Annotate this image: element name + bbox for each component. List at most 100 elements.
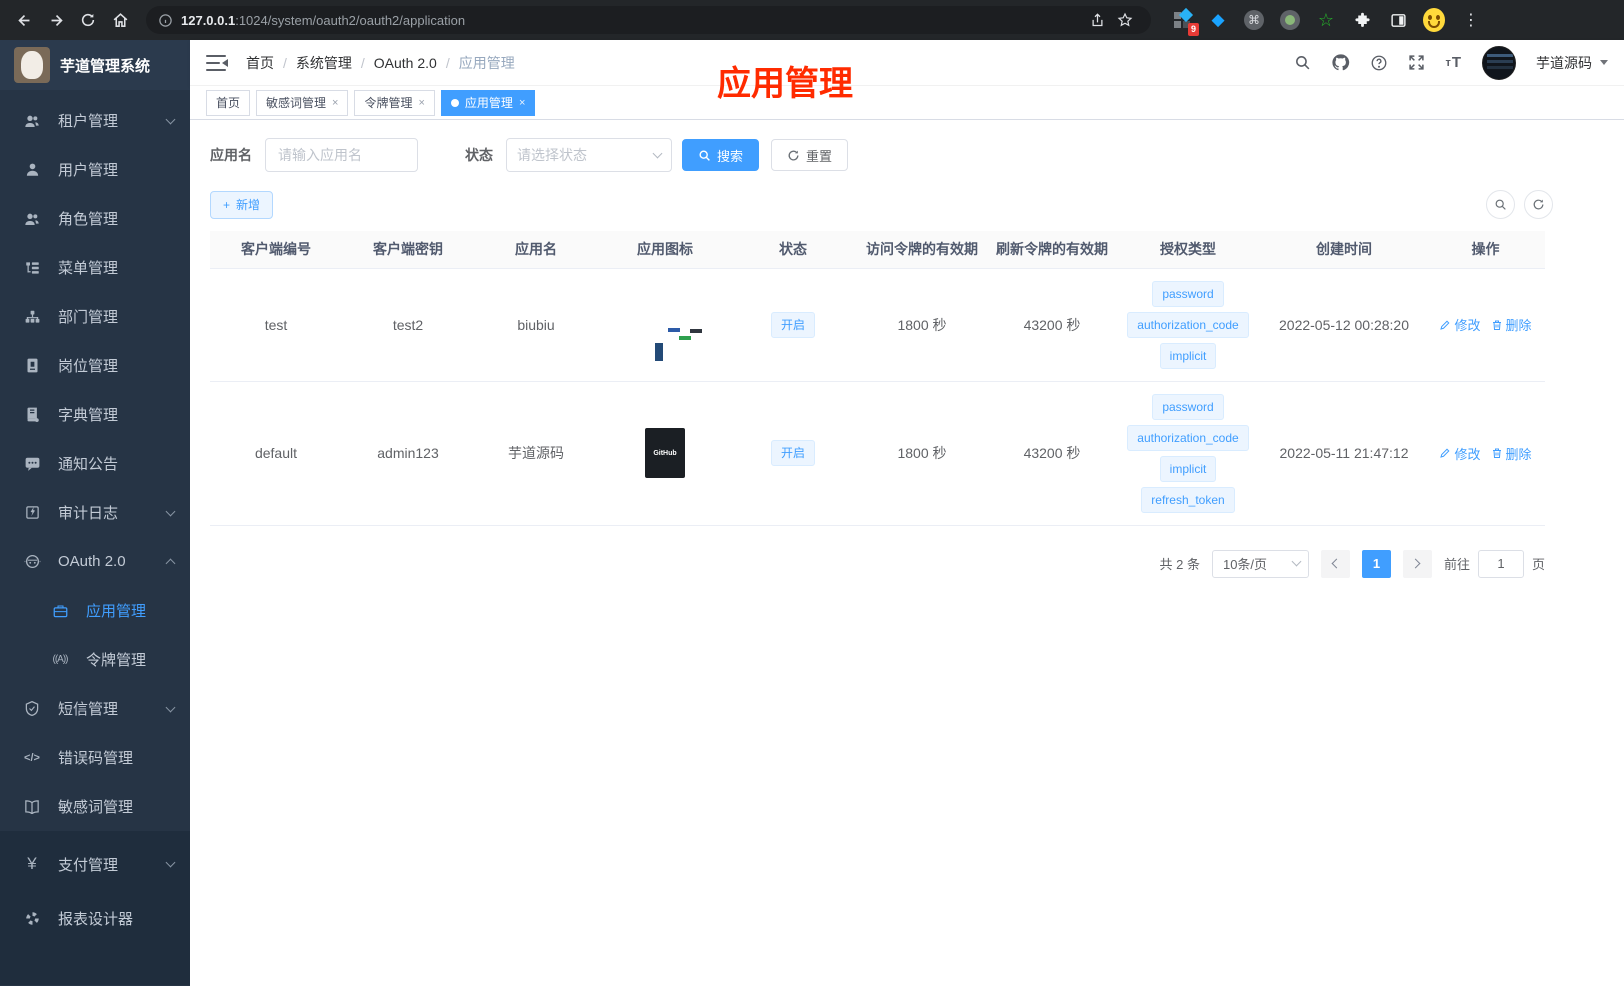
page-size-select[interactable]: 10条/页	[1211, 549, 1309, 578]
app-name-input[interactable]	[265, 138, 418, 172]
sidebar-item-sms[interactable]: 短信管理	[0, 684, 190, 733]
site-info-icon[interactable]	[158, 13, 173, 28]
show-search-toggle-button[interactable]	[1486, 190, 1515, 219]
address-bar[interactable]: 127.0.0.1:1024/system/oauth2/oauth2/appl…	[146, 6, 1151, 34]
close-icon[interactable]: ×	[332, 97, 338, 109]
sidebar-item-oauth-token[interactable]: ((A)) 令牌管理	[0, 635, 190, 684]
app-title: 芋道管理系统	[60, 57, 151, 75]
app-logo-row[interactable]: 芋道管理系统	[0, 40, 190, 90]
browser-menu-icon[interactable]: ⋮	[1459, 10, 1483, 30]
report-icon	[22, 911, 42, 926]
breadcrumb-oauth[interactable]: OAuth 2.0	[374, 55, 437, 71]
sidebar-item-oauth-application[interactable]: 应用管理	[0, 586, 190, 635]
goto-page-input[interactable]	[1477, 549, 1524, 578]
delete-button[interactable]: 删除	[1491, 315, 1532, 334]
grant-tag: refresh_token	[1141, 486, 1235, 513]
back-icon[interactable]	[10, 6, 38, 34]
header-search-icon[interactable]	[1294, 54, 1311, 71]
refresh-icon	[788, 150, 799, 160]
recorder-extension-icon[interactable]	[1279, 9, 1301, 31]
github-thumbnail-image: GitHub	[645, 428, 685, 478]
sidebar-item-sensitive[interactable]: 敏感词管理	[0, 782, 190, 831]
chevron-left-icon	[1332, 558, 1342, 569]
col-app-icon: 应用图标	[598, 231, 732, 269]
font-size-icon[interactable]: тT	[1445, 54, 1462, 71]
sidebar-item-dict[interactable]: 字典管理	[0, 390, 190, 439]
tab-sensitive[interactable]: 敏感词管理 ×	[256, 89, 349, 116]
app-window: 芋道管理系统 租户管理 用户管理 角色管理 菜单管理 部门管理 岗位管理 字典管…	[0, 40, 1624, 986]
book-icon	[22, 799, 42, 814]
close-icon[interactable]: ×	[418, 97, 424, 109]
post-icon	[22, 358, 42, 373]
sidebar-fold-icon[interactable]	[206, 54, 228, 72]
prev-page-button[interactable]	[1320, 549, 1350, 578]
user-avatar[interactable]	[1482, 45, 1516, 80]
table-toolbar: + 新增	[210, 190, 1553, 219]
help-icon[interactable]	[1370, 54, 1388, 72]
sidebar-item-dept[interactable]: 部门管理	[0, 292, 190, 341]
gem-extension-icon[interactable]: ◆	[1207, 9, 1229, 31]
forward-icon[interactable]	[42, 6, 70, 34]
users-icon	[22, 114, 42, 128]
reset-button[interactable]: 重置	[771, 139, 849, 171]
split-screen-icon[interactable]	[1387, 9, 1409, 31]
sidebar-item-oauth[interactable]: OAuth 2.0	[0, 537, 190, 586]
sidebar-item-post[interactable]: 岗位管理	[0, 341, 190, 390]
green-star-extension-icon[interactable]: ☆	[1315, 9, 1337, 31]
grant-tag: password	[1152, 280, 1224, 307]
audit-icon	[22, 505, 42, 520]
refresh-table-button[interactable]	[1524, 190, 1553, 219]
sidebar-item-notice[interactable]: 通知公告	[0, 439, 190, 488]
fullscreen-icon[interactable]	[1408, 54, 1425, 71]
github-icon[interactable]	[1331, 53, 1350, 72]
tab-manager-extension-icon[interactable]: 9	[1171, 7, 1199, 36]
current-page-button[interactable]: 1	[1361, 549, 1391, 578]
sidebar-item-pay[interactable]: ¥ 支付管理	[0, 837, 190, 891]
profile-emoji-icon[interactable]	[1423, 8, 1445, 32]
sidebar-item-user[interactable]: 用户管理	[0, 145, 190, 194]
sidebar-item-errcode[interactable]: </> 错误码管理	[0, 733, 190, 782]
col-client-id: 客户端编号	[210, 231, 342, 269]
cell-status: 开启	[732, 381, 854, 526]
grant-tag: implicit	[1159, 455, 1217, 482]
grant-tag: authorization_code	[1127, 311, 1249, 338]
sidebar-item-report[interactable]: 报表设计器	[0, 891, 190, 945]
search-button[interactable]: 搜索	[682, 139, 760, 171]
search-icon	[1495, 199, 1506, 210]
close-icon[interactable]: ×	[519, 97, 525, 109]
bookmark-star-icon[interactable]	[1111, 6, 1139, 34]
col-created-at: 创建时间	[1262, 231, 1426, 269]
user-menu[interactable]: 芋道源码	[1536, 53, 1608, 73]
sidebar-item-role[interactable]: 角色管理	[0, 194, 190, 243]
home-icon[interactable]	[106, 6, 134, 34]
user-icon	[22, 162, 42, 177]
pencil-icon	[1440, 320, 1450, 330]
status-select[interactable]: 请选择状态	[506, 138, 672, 172]
sidebar-item-menu[interactable]: 菜单管理	[0, 243, 190, 292]
sidebar-item-audit[interactable]: 审计日志	[0, 488, 190, 537]
command-extension-icon[interactable]: ⌘	[1243, 9, 1265, 31]
notice-icon	[22, 457, 42, 471]
puzzle-extensions-icon[interactable]	[1351, 9, 1373, 31]
edit-button[interactable]: 修改	[1439, 315, 1481, 334]
cell-status: 开启	[732, 268, 854, 382]
add-button[interactable]: + 新增	[210, 190, 274, 219]
tab-application[interactable]: 应用管理 ×	[440, 89, 536, 116]
next-page-button[interactable]	[1402, 549, 1432, 578]
pencil-icon	[1440, 448, 1450, 458]
share-icon[interactable]	[1083, 6, 1111, 34]
yen-icon: ¥	[27, 854, 37, 873]
chevron-up-icon	[165, 558, 176, 569]
reload-icon[interactable]	[74, 6, 102, 34]
sidebar-item-tenant[interactable]: 租户管理	[0, 96, 190, 145]
breadcrumb-home[interactable]: 首页	[246, 53, 274, 73]
table-row: default admin123 芋道源码 GitHub 开启 1800 秒 4…	[210, 381, 1545, 526]
tab-token[interactable]: 令牌管理 ×	[354, 89, 435, 116]
delete-button[interactable]: 删除	[1491, 444, 1532, 463]
search-icon	[699, 149, 710, 161]
cell-access-ttl: 1800 秒	[854, 268, 990, 382]
breadcrumb-system[interactable]: 系统管理	[296, 53, 352, 73]
edit-button[interactable]: 修改	[1439, 444, 1481, 463]
sidebar-menu: 租户管理 用户管理 角色管理 菜单管理 部门管理 岗位管理 字典管理 通知公告 …	[0, 90, 190, 986]
tab-home[interactable]: 首页	[206, 89, 251, 116]
